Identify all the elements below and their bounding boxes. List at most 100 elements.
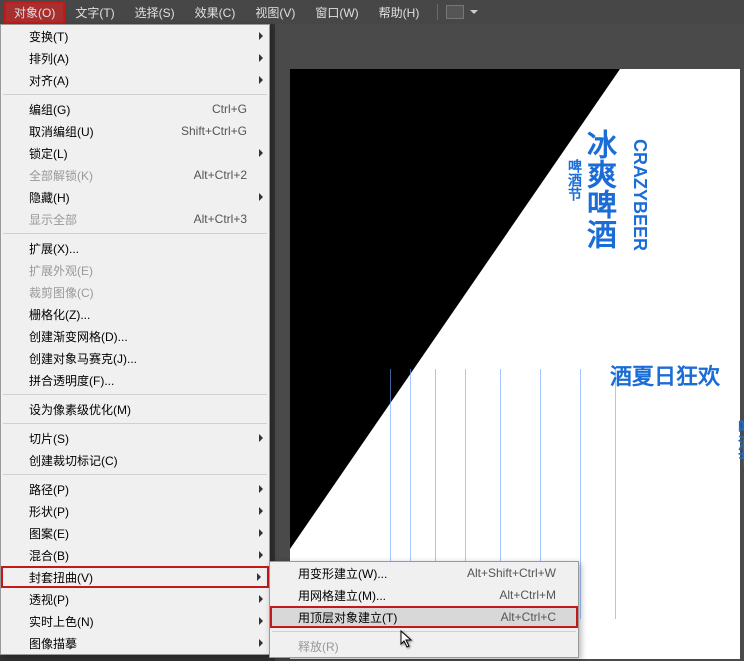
menu-item[interactable]: 实时上色(N)	[1, 610, 269, 632]
menu-item-label: 用网格建立(M)...	[298, 587, 499, 604]
menu-item[interactable]: 透视(P)	[1, 588, 269, 610]
menu-item-label: 变换(T)	[29, 28, 261, 45]
menu-help[interactable]: 帮助(H)	[369, 1, 430, 24]
vtext: 啤酒节	[565, 159, 585, 201]
submenu-arrow-icon	[259, 193, 263, 201]
menu-object[interactable]: 对象(O)	[4, 1, 65, 24]
submenu-arrow-icon	[259, 54, 263, 62]
menu-item-label: 编组(G)	[29, 101, 212, 118]
menu-item[interactable]: 混合(B)	[1, 544, 269, 566]
menu-item-label: 图案(E)	[29, 525, 261, 542]
submenu-arrow-icon	[259, 76, 263, 84]
menu-shortcut: Alt+Shift+Ctrl+W	[467, 566, 570, 580]
menu-select[interactable]: 选择(S)	[125, 1, 185, 24]
menu-item-label: 封套扭曲(V)	[29, 569, 261, 586]
submenu-arrow-icon	[259, 595, 263, 603]
menu-item-label: 全部解锁(K)	[29, 167, 194, 184]
menu-item: 裁剪图像(C)	[1, 281, 269, 303]
menu-separator	[3, 233, 267, 234]
menu-item[interactable]: 形状(P)	[1, 500, 269, 522]
menu-item-label: 拼合透明度(F)...	[29, 372, 261, 389]
menu-item[interactable]: 创建裁切标记(C)	[1, 449, 269, 471]
menu-item[interactable]: 取消编组(U)Shift+Ctrl+G	[1, 120, 269, 142]
vtext: CRAZYBEER	[629, 139, 650, 251]
menu-item-label: 创建对象马赛克(J)...	[29, 350, 261, 367]
menu-item-label: 形状(P)	[29, 503, 261, 520]
menu-item-label: 混合(B)	[29, 547, 261, 564]
menu-window[interactable]: 窗口(W)	[305, 1, 368, 24]
menu-item[interactable]: 路径(P)	[1, 478, 269, 500]
menu-item-label: 取消编组(U)	[29, 123, 181, 140]
chevron-down-icon[interactable]	[470, 10, 478, 14]
menu-item[interactable]: 扩展(X)...	[1, 237, 269, 259]
menu-separator	[3, 394, 267, 395]
menu-effect[interactable]: 效果(C)	[185, 1, 246, 24]
menu-separator	[3, 474, 267, 475]
menu-item[interactable]: 图案(E)	[1, 522, 269, 544]
menu-item: 全部解锁(K)Alt+Ctrl+2	[1, 164, 269, 186]
menu-item[interactable]: 切片(S)	[1, 427, 269, 449]
menu-item-label: 显示全部	[29, 211, 194, 228]
submenu-arrow-icon	[259, 617, 263, 625]
menu-item[interactable]: 编组(G)Ctrl+G	[1, 98, 269, 120]
menu-item-label: 对齐(A)	[29, 72, 261, 89]
submenu-arrow-icon	[259, 32, 263, 40]
menu-item-label: 释放(R)	[298, 638, 570, 655]
menu-shortcut: Alt+Ctrl+2	[194, 168, 261, 182]
menu-item[interactable]: 图像描摹	[1, 632, 269, 654]
object-menu: 变换(T)排列(A)对齐(A)编组(G)Ctrl+G取消编组(U)Shift+C…	[0, 24, 270, 655]
menu-item[interactable]: 用网格建立(M)...Alt+Ctrl+M	[270, 584, 578, 606]
menu-item-label: 透视(P)	[29, 591, 261, 608]
menu-shortcut: Ctrl+G	[212, 102, 261, 116]
menu-shortcut: Shift+Ctrl+G	[181, 124, 261, 138]
menu-item-label: 用顶层对象建立(T)	[298, 609, 501, 626]
menu-item-label: 设为像素级优化(M)	[29, 401, 261, 418]
menu-item[interactable]: 排列(A)	[1, 47, 269, 69]
separator	[437, 4, 438, 20]
menu-shortcut: Alt+Ctrl+M	[499, 588, 570, 602]
menu-item[interactable]: 隐藏(H)	[1, 186, 269, 208]
menu-item[interactable]: 锁定(L)	[1, 142, 269, 164]
menu-item[interactable]: 封套扭曲(V)	[1, 566, 269, 588]
submenu-arrow-icon	[259, 551, 263, 559]
menu-item: 显示全部Alt+Ctrl+3	[1, 208, 269, 230]
menu-item[interactable]: 拼合透明度(F)...	[1, 369, 269, 391]
menu-type[interactable]: 文字(T)	[65, 1, 124, 24]
menu-shortcut: Alt+Ctrl+C	[501, 610, 570, 624]
envelope-submenu: 用变形建立(W)...Alt+Shift+Ctrl+W用网格建立(M)...Al…	[269, 561, 579, 658]
side-text: 酒夏日狂欢 冰爽夏日 疯狂啤酒	[610, 359, 744, 431]
submenu-arrow-icon	[259, 485, 263, 493]
menu-item-label: 锁定(L)	[29, 145, 261, 162]
menu-shortcut: Alt+Ctrl+3	[194, 212, 261, 226]
menu-item-label: 扩展(X)...	[29, 240, 261, 257]
menu-item: 扩展外观(E)	[1, 259, 269, 281]
menubar: 对象(O) 文字(T) 选择(S) 效果(C) 视图(V) 窗口(W) 帮助(H…	[0, 0, 744, 24]
black-triangle	[290, 69, 620, 549]
menu-item[interactable]: 创建渐变网格(D)...	[1, 325, 269, 347]
submenu-arrow-icon	[259, 434, 263, 442]
menu-separator	[272, 631, 576, 632]
menu-item[interactable]: 用变形建立(W)...Alt+Shift+Ctrl+W	[270, 562, 578, 584]
vtext: 啤酒节	[731, 419, 744, 467]
menu-item-label: 用变形建立(W)...	[298, 565, 467, 582]
menu-item-label: 切片(S)	[29, 430, 261, 447]
menu-item[interactable]: 设为像素级优化(M)	[1, 398, 269, 420]
arrange-docs-icon[interactable]	[446, 5, 464, 19]
menu-separator	[3, 423, 267, 424]
submenu-arrow-icon	[259, 149, 263, 157]
menu-view[interactable]: 视图(V)	[245, 1, 305, 24]
menu-item[interactable]: 变换(T)	[1, 25, 269, 47]
menu-item[interactable]: 用顶层对象建立(T)Alt+Ctrl+C	[270, 606, 578, 628]
menu-separator	[3, 94, 267, 95]
menu-item-label: 栅格化(Z)...	[29, 306, 261, 323]
menu-item[interactable]: 创建对象马赛克(J)...	[1, 347, 269, 369]
menu-item-label: 实时上色(N)	[29, 613, 261, 630]
menu-item-label: 路径(P)	[29, 481, 261, 498]
menu-item[interactable]: 对齐(A)	[1, 69, 269, 91]
submenu-arrow-icon	[259, 507, 263, 515]
menu-item-label: 创建渐变网格(D)...	[29, 328, 261, 345]
menu-item[interactable]: 栅格化(Z)...	[1, 303, 269, 325]
menu-item-label: 扩展外观(E)	[29, 262, 261, 279]
cursor-icon	[400, 630, 414, 648]
submenu-arrow-icon	[259, 529, 263, 537]
